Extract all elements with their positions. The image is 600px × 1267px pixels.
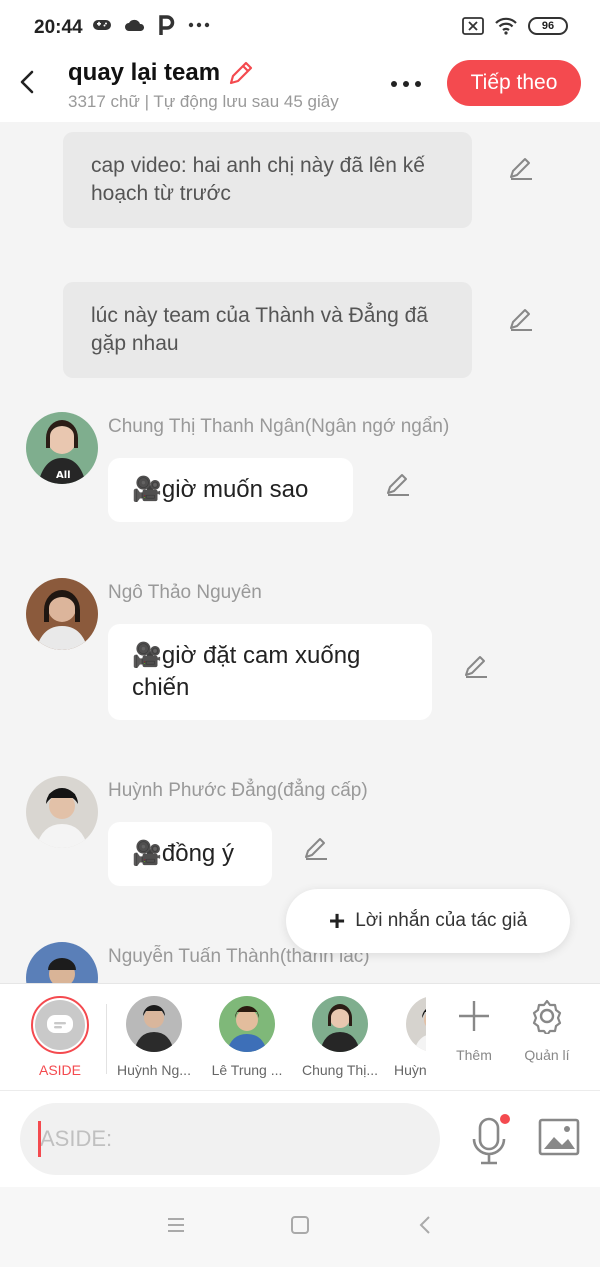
edit-pencil-icon[interactable] <box>462 652 490 680</box>
edit-pencil-icon[interactable] <box>507 154 535 182</box>
menu-icon[interactable] <box>166 1215 186 1235</box>
plus-icon: + <box>328 905 346 936</box>
back-arrow-icon[interactable] <box>14 66 42 98</box>
back-icon[interactable] <box>416 1215 436 1235</box>
author-note-label: Lời nhắn của tác giả <box>355 910 528 931</box>
divider <box>106 1004 107 1074</box>
author-note-button[interactable]: + Lời nhắn của tác giả <box>286 889 570 953</box>
edit-title-icon[interactable] <box>226 58 256 88</box>
p-app-icon <box>159 15 175 35</box>
avatar <box>219 996 275 1052</box>
message-input[interactable] <box>20 1103 440 1175</box>
wifi-icon <box>495 17 517 35</box>
avatar[interactable] <box>26 578 98 650</box>
narration-bubble[interactable]: lúc này team của Thành và Đẳng đã gặp nh… <box>63 282 472 378</box>
narration-bubble[interactable]: cap video: hai anh chị này đã lên kế hoạ… <box>63 132 472 228</box>
avatar[interactable] <box>26 776 98 848</box>
character-item[interactable]: Huỳnh Ng... <box>109 996 199 1078</box>
character-name: Ngô Thảo Nguyên <box>108 582 262 603</box>
gamepad-icon <box>93 20 111 30</box>
cloud-icon <box>125 19 145 31</box>
avatar <box>406 996 426 1052</box>
avatar[interactable]: All <box>26 412 98 484</box>
character-name: Huỳnh Phước Đẳng(đẳng cấp) <box>108 780 368 801</box>
manage-label: Quản lí <box>524 1047 570 1063</box>
svg-text:All: All <box>56 470 71 481</box>
avatar <box>126 996 182 1052</box>
edit-pencil-icon[interactable] <box>507 305 535 333</box>
word-count-autosave: 3317 chữ | Tự động lưu sau 45 giây <box>68 92 339 111</box>
character-selector: ASIDE Huỳnh Ng... Lê Trung ... Chung Thị… <box>0 983 600 1091</box>
battery-icon: 96 <box>528 17 568 35</box>
text-cursor <box>38 1121 41 1157</box>
edit-pencil-icon[interactable] <box>302 834 330 862</box>
status-time: 20:44 <box>34 17 83 38</box>
character-label: Chung Thị... <box>301 1062 378 1078</box>
plus-icon <box>459 1001 489 1031</box>
next-button[interactable]: Tiếp theo <box>447 60 581 106</box>
system-nav-bar <box>0 1187 600 1267</box>
dialog-bubble[interactable]: 🎥giờ đặt cam xuống chiến <box>108 624 432 720</box>
story-content[interactable]: cap video: hai anh chị này đã lên kế hoạ… <box>0 122 600 983</box>
add-character-button[interactable]: Thêm <box>444 998 504 1063</box>
manage-button[interactable]: Quản lí <box>517 998 577 1063</box>
edit-pencil-icon[interactable] <box>384 470 412 498</box>
more-options-icon[interactable] <box>386 72 426 96</box>
character-item[interactable]: Lê Trung ... <box>202 996 292 1078</box>
add-label: Thêm <box>456 1047 492 1063</box>
image-icon[interactable] <box>538 1117 580 1157</box>
character-aside[interactable]: ASIDE <box>15 996 105 1078</box>
narration-bubble-icon <box>47 1015 73 1033</box>
sim-x-icon <box>462 17 484 35</box>
avatar[interactable] <box>26 942 98 983</box>
character-item[interactable]: Chung Thị... <box>295 996 385 1078</box>
character-label: Huỳnh Ng... <box>117 1062 191 1078</box>
character-label: Huỳn <box>394 1062 426 1078</box>
character-name: Chung Thị Thanh Ngân(Ngân ngớ ngẩn) <box>108 416 450 437</box>
editor-header: quay lại team 3317 chữ | Tự động lưu sau… <box>0 56 600 122</box>
home-icon[interactable] <box>290 1215 310 1235</box>
page-title[interactable]: quay lại team <box>68 59 220 87</box>
dialog-bubble[interactable]: 🎥đồng ý <box>108 822 272 886</box>
avatar <box>312 996 368 1052</box>
character-item[interactable]: Huỳn <box>380 996 426 1078</box>
character-label: ASIDE <box>38 1062 81 1078</box>
input-bar <box>0 1091 600 1187</box>
status-bar: 20:44 96 <box>0 0 600 56</box>
microphone-icon[interactable] <box>470 1113 510 1167</box>
character-label: Lê Trung ... <box>211 1062 283 1078</box>
dialog-bubble[interactable]: 🎥giờ muốn sao <box>108 458 353 522</box>
more-dots-icon <box>188 22 210 28</box>
gear-icon <box>532 999 562 1037</box>
